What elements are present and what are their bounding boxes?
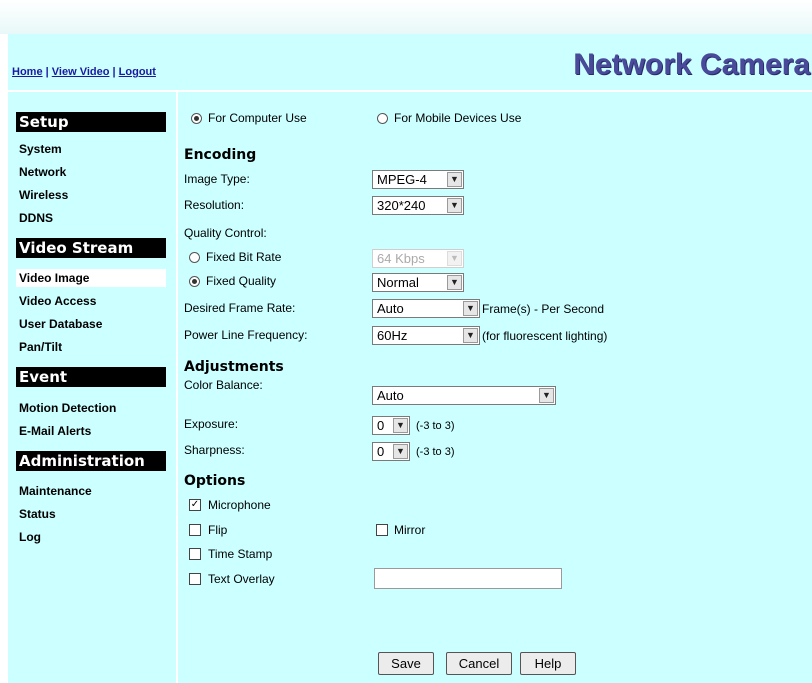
cancel-button[interactable]: Cancel xyxy=(446,652,512,675)
options-heading: Options xyxy=(184,473,246,489)
flip-checkbox[interactable] xyxy=(189,524,201,536)
quality-control-label: Quality Control: xyxy=(184,226,267,240)
chevron-down-icon: ▼ xyxy=(393,418,408,433)
bit-rate-value: 64 Kbps xyxy=(377,251,425,266)
text-overlay-checkbox[interactable] xyxy=(189,573,201,585)
chevron-down-icon: ▼ xyxy=(447,251,462,266)
encoding-heading: Encoding xyxy=(184,147,257,163)
sidebar-item-network[interactable]: Network xyxy=(16,163,166,181)
power-line-select[interactable]: 60Hz ▼ xyxy=(372,326,480,345)
frame-rate-unit: Frame(s) - Per Second xyxy=(482,302,605,316)
chevron-down-icon: ▼ xyxy=(393,444,408,459)
time-stamp-label: Time Stamp xyxy=(208,547,273,561)
nav-separator: | xyxy=(112,66,116,78)
sharpness-value: 0 xyxy=(377,444,385,459)
home-link[interactable]: Home xyxy=(12,66,43,78)
microphone-label: Microphone xyxy=(208,498,271,512)
sidebar-item-log[interactable]: Log xyxy=(16,528,166,546)
mobile-use-label: For Mobile Devices Use xyxy=(394,111,522,125)
sidebar-item-ddns[interactable]: DDNS xyxy=(16,209,166,227)
sidebar-heading-event: Event xyxy=(16,367,166,387)
sharpness-select[interactable]: 0 ▼ xyxy=(372,442,410,461)
chevron-down-icon: ▼ xyxy=(447,275,462,290)
sharpness-label: Sharpness: xyxy=(184,443,245,457)
power-line-hint: (for fluorescent lighting) xyxy=(482,329,608,343)
header-bar: Home | View Video | Logout Network Camer… xyxy=(8,34,812,90)
power-line-label: Power Line Frequency: xyxy=(184,328,308,342)
sidebar-item-system[interactable]: System xyxy=(16,140,166,158)
computer-use-radio[interactable] xyxy=(191,113,202,124)
sidebar-item-maintenance[interactable]: Maintenance xyxy=(16,482,166,500)
save-button[interactable]: Save xyxy=(378,652,434,675)
top-band xyxy=(0,0,812,34)
sidebar-heading-setup: Setup xyxy=(16,112,166,132)
computer-use-label: For Computer Use xyxy=(208,111,307,125)
exposure-select[interactable]: 0 ▼ xyxy=(372,416,410,435)
resolution-select[interactable]: 320*240 ▼ xyxy=(372,196,464,215)
mobile-use-radio[interactable] xyxy=(377,113,388,124)
sidebar-item-motion-detection[interactable]: Motion Detection xyxy=(16,399,166,417)
chevron-down-icon: ▼ xyxy=(463,301,478,316)
text-overlay-input[interactable] xyxy=(374,568,562,589)
image-type-label: Image Type: xyxy=(184,172,250,186)
help-button[interactable]: Help xyxy=(520,652,576,675)
sidebar: Setup System Network Wireless DDNS Video… xyxy=(8,92,176,683)
settings-form: For Computer Use For Mobile Devices Use … xyxy=(178,92,812,683)
top-nav: Home | View Video | Logout xyxy=(12,66,156,78)
quality-select[interactable]: Normal ▼ xyxy=(372,273,464,292)
resolution-value: 320*240 xyxy=(377,198,426,213)
chevron-down-icon: ▼ xyxy=(463,328,478,343)
sidebar-item-video-access[interactable]: Video Access xyxy=(16,292,166,310)
frame-rate-value: Auto xyxy=(377,301,404,316)
text-overlay-label: Text Overlay xyxy=(208,572,275,586)
color-balance-value: Auto xyxy=(377,388,404,403)
resolution-label: Resolution: xyxy=(184,198,245,212)
sidebar-heading-video-stream: Video Stream xyxy=(16,238,166,258)
logout-link[interactable]: Logout xyxy=(119,66,156,78)
exposure-value: 0 xyxy=(377,418,385,433)
chevron-down-icon: ▼ xyxy=(447,198,462,213)
exposure-label: Exposure: xyxy=(184,417,239,431)
image-type-select[interactable]: MPEG-4 ▼ xyxy=(372,170,464,189)
exposure-range: (-3 to 3) xyxy=(416,420,455,432)
time-stamp-checkbox[interactable] xyxy=(189,548,201,560)
fixed-bit-rate-radio[interactable] xyxy=(189,252,200,263)
sidebar-item-video-image[interactable]: Video Image xyxy=(16,269,166,287)
power-line-value: 60Hz xyxy=(377,328,408,343)
adjustments-heading: Adjustments xyxy=(184,359,284,375)
mirror-checkbox[interactable] xyxy=(376,524,388,536)
frame-rate-select[interactable]: Auto ▼ xyxy=(372,299,480,318)
sidebar-item-user-database[interactable]: User Database xyxy=(16,315,166,333)
sidebar-item-status[interactable]: Status xyxy=(16,505,166,523)
frame-rate-label: Desired Frame Rate: xyxy=(184,301,296,315)
color-balance-label: Color Balance: xyxy=(184,378,263,392)
sidebar-item-email-alerts[interactable]: E-Mail Alerts xyxy=(16,422,166,440)
flip-label: Flip xyxy=(208,523,228,537)
quality-value: Normal xyxy=(377,275,419,290)
image-type-value: MPEG-4 xyxy=(377,172,427,187)
mirror-label: Mirror xyxy=(394,523,426,537)
fixed-quality-radio[interactable] xyxy=(189,276,200,287)
sharpness-range: (-3 to 3) xyxy=(416,446,455,458)
nav-separator: | xyxy=(45,66,49,78)
brand-logo: Network Camera xyxy=(573,48,810,81)
fixed-quality-label: Fixed Quality xyxy=(206,274,277,288)
chevron-down-icon: ▼ xyxy=(539,388,554,403)
bit-rate-select[interactable]: 64 Kbps ▼ xyxy=(372,249,464,268)
fixed-bit-rate-label: Fixed Bit Rate xyxy=(206,250,282,264)
view-video-link[interactable]: View Video xyxy=(52,66,110,78)
color-balance-select[interactable]: Auto ▼ xyxy=(372,386,556,405)
sidebar-item-pan-tilt[interactable]: Pan/Tilt xyxy=(16,338,166,356)
chevron-down-icon: ▼ xyxy=(447,172,462,187)
sidebar-heading-administration: Administration xyxy=(16,451,166,471)
sidebar-item-wireless[interactable]: Wireless xyxy=(16,186,166,204)
microphone-checkbox[interactable]: ✓ xyxy=(189,499,201,511)
